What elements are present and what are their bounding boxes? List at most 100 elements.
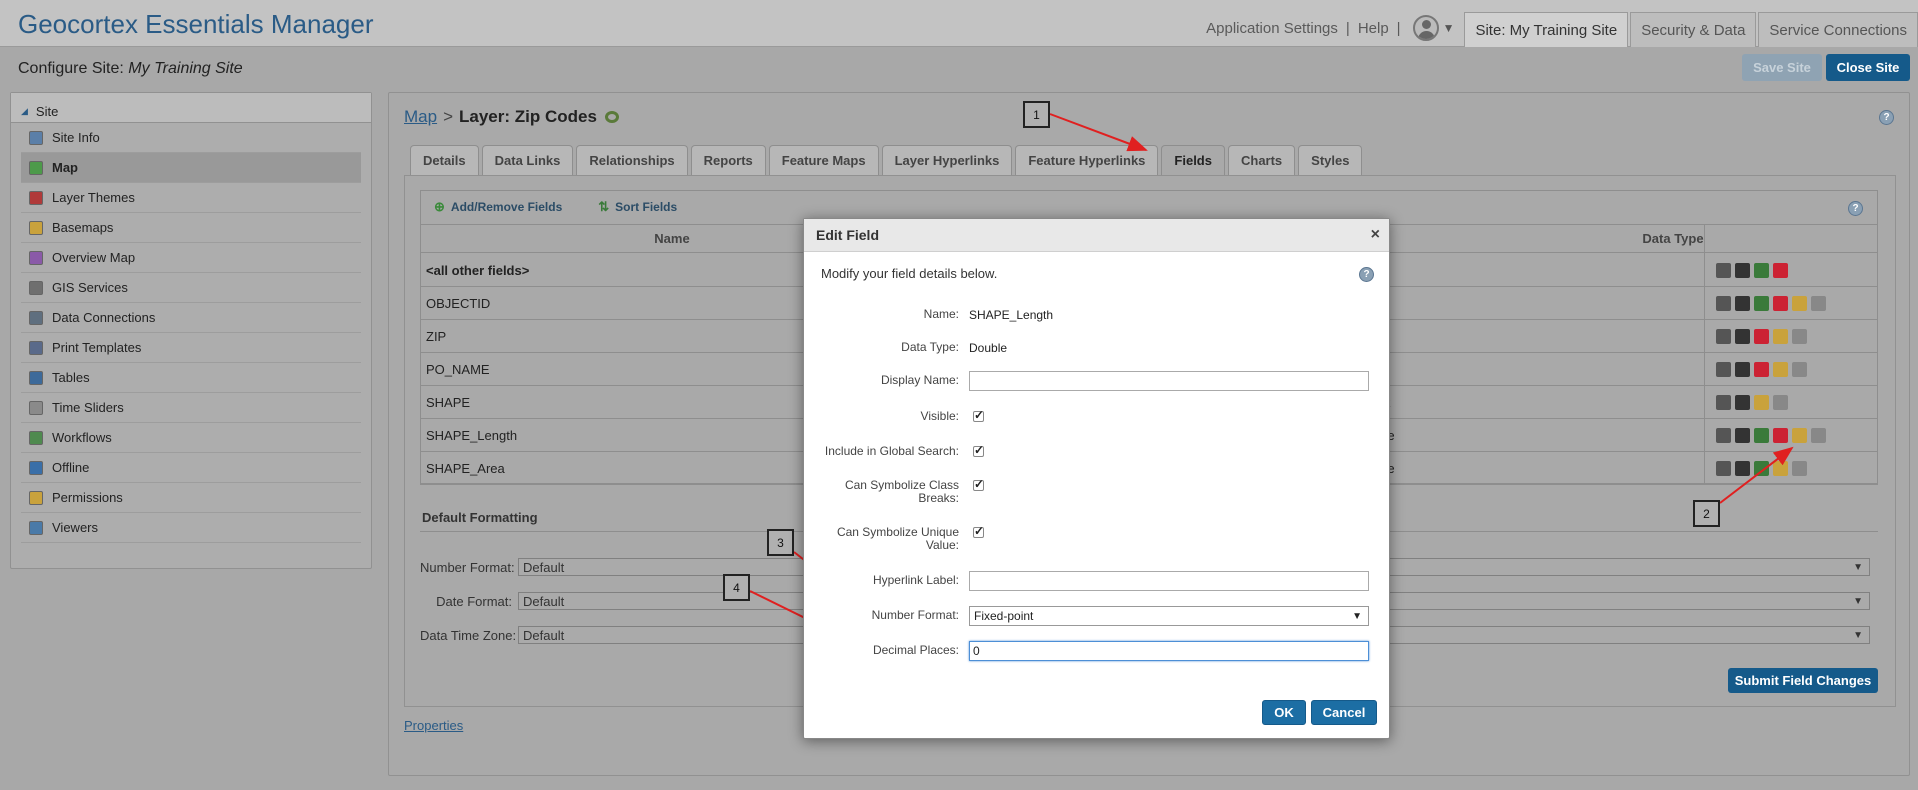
eye-icon[interactable] <box>1735 262 1750 278</box>
tab-site[interactable]: Site: My Training Site <box>1464 12 1629 47</box>
edit-icon[interactable] <box>1792 427 1807 443</box>
binoculars-icon[interactable] <box>1716 427 1731 443</box>
properties-link[interactable]: Properties <box>404 718 463 733</box>
sidebar-item-layer-themes[interactable]: Layer Themes <box>21 183 361 213</box>
binoculars-icon[interactable] <box>1716 295 1731 311</box>
symbology-icon[interactable] <box>1754 361 1769 377</box>
top-nav: Application Settings | Help | ▼ Site: My… <box>1206 12 1918 47</box>
eye-icon[interactable] <box>1735 427 1750 443</box>
eye-icon[interactable] <box>1735 361 1750 377</box>
sidebar-item-data-connections[interactable]: Data Connections <box>21 303 361 333</box>
sidebar-item-print-templates[interactable]: Print Templates <box>21 333 361 363</box>
breadcrumb-separator: > <box>443 107 454 126</box>
binoculars-icon[interactable] <box>1716 328 1731 344</box>
edit-icon[interactable] <box>1792 295 1807 311</box>
eye-icon[interactable] <box>1735 394 1750 410</box>
binoculars-icon[interactable] <box>1716 460 1731 476</box>
close-icon[interactable]: × <box>1371 226 1380 244</box>
tab-security-data[interactable]: Security & Data <box>1630 12 1757 47</box>
sidebar-item-basemaps[interactable]: Basemaps <box>21 213 361 243</box>
add-remove-fields-label: Add/Remove Fields <box>450 200 563 214</box>
add-remove-fields-button[interactable]: ⊕ Add/Remove Fields <box>434 199 580 215</box>
edit-icon[interactable] <box>1792 361 1807 377</box>
unique-values-icon[interactable] <box>1773 394 1788 410</box>
tab-layer-hyperlinks[interactable]: Layer Hyperlinks <box>881 145 1013 175</box>
sidebar-item-label: Overview Map <box>52 250 136 265</box>
delete-icon[interactable] <box>1811 295 1826 311</box>
submit-field-changes-button[interactable]: Submit Field Changes <box>1728 668 1878 693</box>
tab-reports[interactable]: Reports <box>690 145 766 175</box>
global-search-checkbox[interactable] <box>973 443 984 457</box>
visible-checkbox[interactable] <box>973 408 984 422</box>
sidebar-item-map[interactable]: Map <box>21 153 361 183</box>
unique-values-icon[interactable] <box>1773 427 1788 443</box>
sidebar-item-time-sliders[interactable]: Time Sliders <box>21 393 361 423</box>
row-actions <box>1716 427 1826 443</box>
unique-values-icon[interactable] <box>1773 262 1788 278</box>
sidebar-item-workflows[interactable]: Workflows <box>21 423 361 453</box>
tab-feature-maps[interactable]: Feature Maps <box>768 145 879 175</box>
eye-icon[interactable] <box>1735 460 1750 476</box>
sidebar-item-site-info[interactable]: Site Info <box>21 123 361 153</box>
symbology-icon[interactable] <box>1754 427 1769 443</box>
sidebar-item-label: Map <box>52 160 78 175</box>
tab-fields[interactable]: Fields <box>1161 145 1225 175</box>
dialog-titlebar[interactable]: Edit Field × <box>804 219 1389 252</box>
number-format-select[interactable]: Fixed-point ▼ <box>969 606 1369 626</box>
symbology-icon[interactable] <box>1754 328 1769 344</box>
eye-icon[interactable] <box>1735 328 1750 344</box>
sidebar-item-offline[interactable]: Offline <box>21 453 361 483</box>
sidebar-header[interactable]: ◢ Site <box>11 93 371 123</box>
sidebar-item-viewers[interactable]: Viewers <box>21 513 361 543</box>
breadcrumb-map-link[interactable]: Map <box>404 107 437 127</box>
binoculars-icon[interactable] <box>1716 262 1731 278</box>
sort-fields-button[interactable]: ⇅ Sort Fields <box>598 199 695 215</box>
sidebar-item-gis-services[interactable]: GIS Services <box>21 273 361 303</box>
binoculars-icon[interactable] <box>1716 361 1731 377</box>
tab-details[interactable]: Details <box>410 145 479 175</box>
data-connections-icon <box>29 310 43 325</box>
unique-values-icon[interactable] <box>1773 328 1788 344</box>
user-menu-button[interactable]: ▼ <box>1412 12 1454 41</box>
grid-help-icon[interactable]: ? <box>1848 201 1863 216</box>
binoculars-icon[interactable] <box>1716 394 1731 410</box>
unique-values-icon[interactable] <box>1773 295 1788 311</box>
symbology-icon[interactable] <box>1754 394 1769 410</box>
unique-values-icon[interactable] <box>1773 361 1788 377</box>
symbology-icon[interactable] <box>1754 295 1769 311</box>
display-name-input[interactable] <box>969 371 1369 391</box>
class-breaks-checkbox[interactable] <box>973 477 984 491</box>
unique-values-icon[interactable] <box>1773 460 1788 476</box>
sidebar-item-tables[interactable]: Tables <box>21 363 361 393</box>
eye-icon[interactable] <box>1735 295 1750 311</box>
help-icon[interactable]: ? <box>1879 110 1894 125</box>
sidebar-item-permissions[interactable]: Permissions <box>21 483 361 513</box>
hyperlink-label-input[interactable] <box>969 571 1369 591</box>
save-site-button[interactable]: Save Site <box>1742 54 1822 81</box>
data-type-column-header[interactable]: Data Type <box>1508 231 1838 246</box>
symbology-icon[interactable] <box>1754 460 1769 476</box>
tab-data-links[interactable]: Data Links <box>481 145 574 175</box>
symbology-icon[interactable] <box>1754 262 1769 278</box>
class-breaks-label: Can Symbolize Class Breaks: <box>844 478 959 505</box>
tab-relationships[interactable]: Relationships <box>576 145 688 175</box>
help-link[interactable]: Help <box>1358 12 1389 37</box>
callout-3: 3 <box>767 529 794 556</box>
dialog-intro-text: Modify your field details below. <box>821 266 998 281</box>
delete-icon[interactable] <box>1811 427 1826 443</box>
tab-styles[interactable]: Styles <box>1298 145 1363 175</box>
close-site-button[interactable]: Close Site <box>1826 54 1910 81</box>
ok-button[interactable]: OK <box>1262 700 1306 725</box>
edit-icon[interactable] <box>1792 460 1807 476</box>
tab-charts[interactable]: Charts <box>1227 145 1296 175</box>
unique-value-checkbox[interactable] <box>973 524 984 538</box>
sidebar-item-overview-map[interactable]: Overview Map <box>21 243 361 273</box>
dialog-help-icon[interactable]: ? <box>1359 267 1374 282</box>
tab-service-connections[interactable]: Service Connections <box>1758 12 1918 47</box>
tab-feature-hyperlinks[interactable]: Feature Hyperlinks <box>1015 145 1159 175</box>
edit-icon[interactable] <box>1792 328 1807 344</box>
layer-settings-icon[interactable] <box>604 111 619 123</box>
application-settings-link[interactable]: Application Settings <box>1206 12 1338 37</box>
decimal-places-input[interactable]: 0 <box>969 641 1369 661</box>
cancel-button[interactable]: Cancel <box>1311 700 1377 725</box>
